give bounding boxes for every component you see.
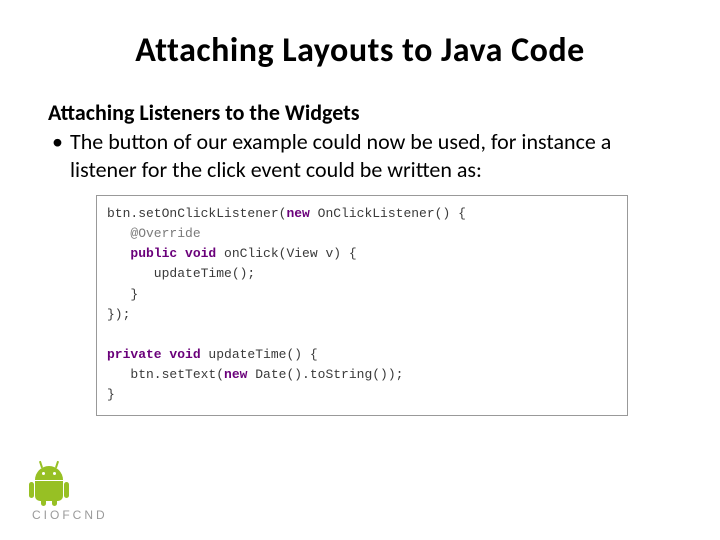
slide-title: Attaching Layouts to Java Code — [48, 30, 672, 71]
code-line — [107, 325, 617, 345]
code-line: public void onClick(View v) { — [107, 244, 617, 264]
bullet-text: The button of our example could now be u… — [48, 128, 672, 183]
code-line: }); — [107, 305, 617, 325]
code-line: btn.setOnClickListener(new OnClickListen… — [107, 204, 617, 224]
code-line: private void updateTime() { — [107, 345, 617, 365]
code-line: } — [107, 385, 617, 405]
android-robot-icon — [32, 464, 66, 504]
android-logo: CIOFCND — [32, 464, 108, 522]
code-line: } — [107, 285, 617, 305]
code-line: btn.setText(new Date().toString()); — [107, 365, 617, 385]
slide-subtitle: Attaching Listeners to the Widgets — [48, 99, 672, 126]
code-line: @Override — [107, 224, 617, 244]
code-line: updateTime(); — [107, 264, 617, 284]
code-snippet: btn.setOnClickListener(new OnClickListen… — [96, 195, 628, 416]
android-wordmark: CIOFCND — [32, 508, 108, 522]
